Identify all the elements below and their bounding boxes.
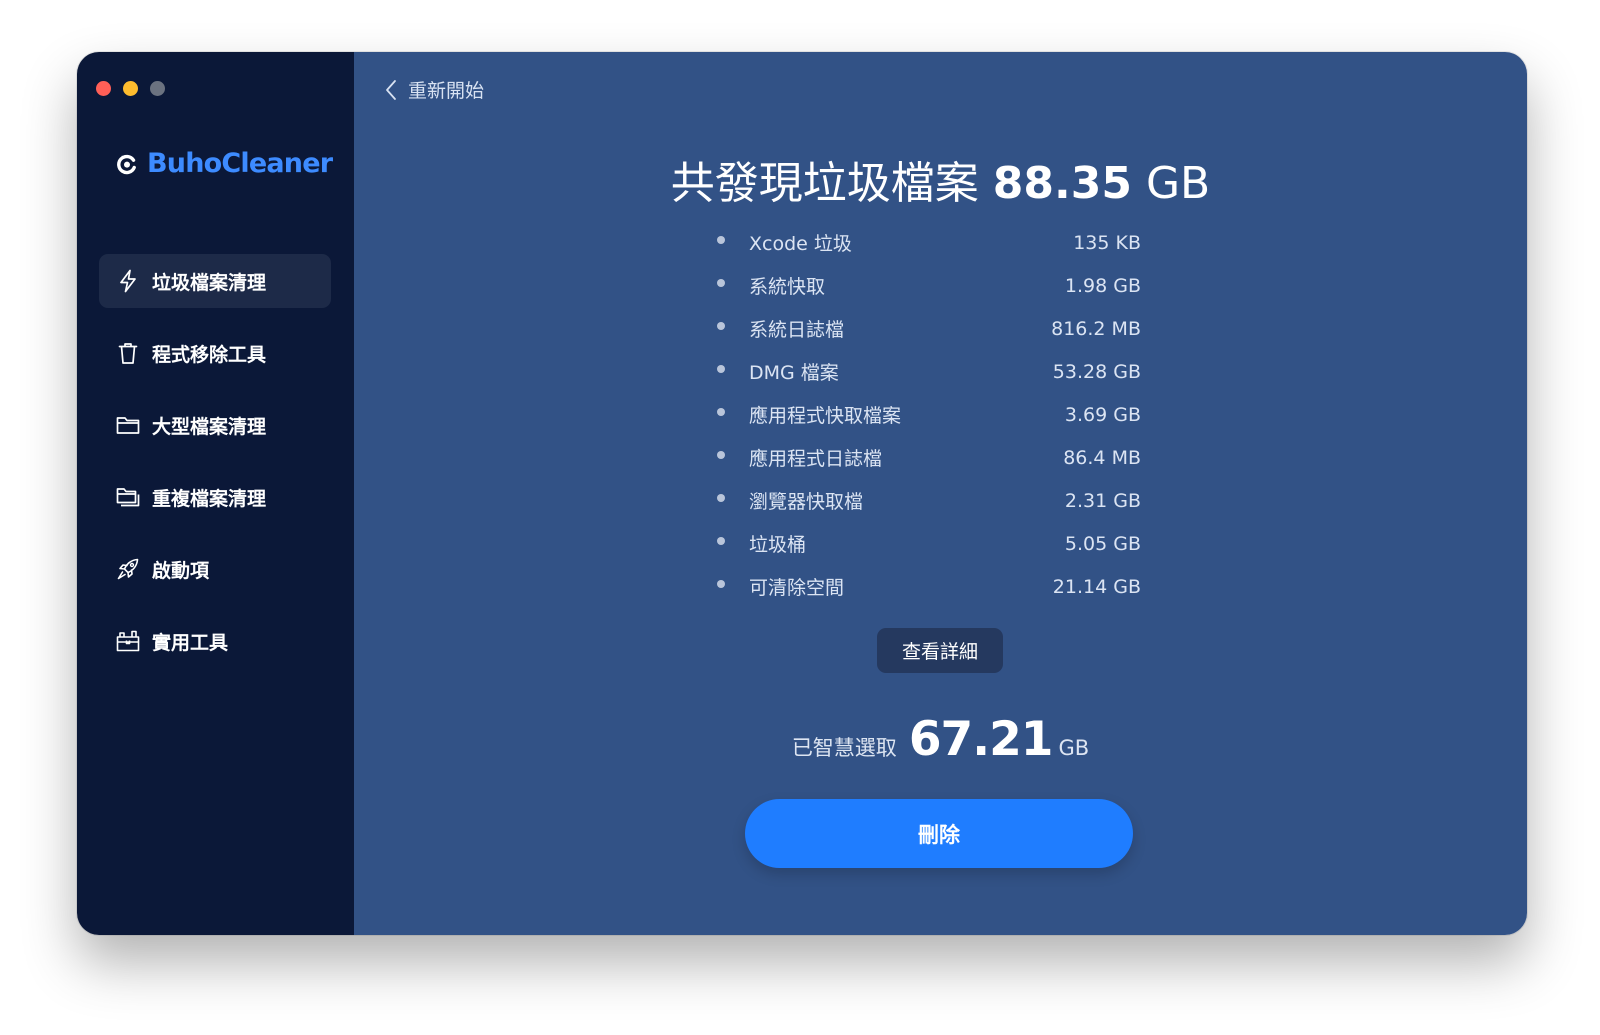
item-size: 1.98 GB [1064,274,1141,297]
folder-icon [116,413,140,437]
restart-label: 重新開始 [408,80,485,102]
item-size: 816.2 MB [1051,317,1141,340]
sidebar-item-utilities[interactable]: 實用工具 [99,614,331,668]
sidebar-item-label: 啟動項 [152,559,210,582]
list-item: DMG 檔案 53.28 GB [717,350,1141,393]
item-name: 瀏覽器快取檔 [749,491,864,513]
selected-label: 已智慧選取 [791,736,897,760]
list-item: 可清除空間 21.14 GB [717,565,1141,608]
list-item: Xcode 垃圾 135 KB [717,221,1141,264]
bullet-icon [717,364,725,373]
sidebar-nav: 垃圾檔案清理 程式移除工具 大型檔案清理 重複檔案清理 啟動項 實用工具 [99,254,331,686]
sidebar-item-large-files[interactable]: 大型檔案清理 [99,398,331,452]
item-name: 系統日誌檔 [749,319,845,341]
item-size: 86.4 MB [1063,446,1141,469]
total-junk-unit: GB [1145,158,1211,209]
item-size: 135 KB [1073,231,1141,254]
list-item: 應用程式日誌檔 86.4 MB [717,436,1141,479]
item-size: 2.31 GB [1064,489,1141,512]
sidebar-item-label: 程式移除工具 [152,343,267,366]
item-name: 可清除空間 [749,577,845,599]
sidebar-item-label: 大型檔案清理 [152,415,267,438]
item-name: 應用程式日誌檔 [749,448,883,470]
chevron-left-icon [386,79,396,100]
item-size: 21.14 GB [1052,575,1141,598]
item-name: 應用程式快取檔案 [749,405,902,427]
sidebar-item-label: 實用工具 [152,631,229,654]
sidebar-item-startup-items[interactable]: 啟動項 [99,542,331,596]
sidebar-item-label: 重複檔案清理 [152,487,267,510]
minimize-window-button[interactable] [123,81,138,96]
lightning-icon [116,269,140,293]
item-name: 垃圾桶 [749,534,807,556]
sidebar-item-junk-cleanup[interactable]: 垃圾檔案清理 [99,254,331,308]
bullet-icon [717,536,725,545]
item-size: 53.28 GB [1052,360,1141,383]
brand-name: BuhoCleaner [147,148,333,179]
toolbox-icon [116,629,140,653]
buho-logo-icon [117,154,136,174]
sidebar-item-label: 垃圾檔案清理 [152,271,267,294]
page-title: 共發現垃圾檔案 88.35 GB [354,147,1527,211]
selected-unit: GB [1058,736,1090,760]
title-prefix: 共發現垃圾檔案 [670,158,979,209]
total-junk-size: 88.35 [992,158,1132,209]
bullet-icon [717,321,725,330]
main-panel: 重新開始 共發現垃圾檔案 88.35 GB Xcode 垃圾 135 KB 系統快… [354,52,1527,935]
brand: BuhoCleaner [115,148,333,179]
list-item: 系統日誌檔 816.2 MB [717,307,1141,350]
selected-summary: 已智慧選取 67.21 GB [354,712,1527,767]
item-size: 5.05 GB [1064,532,1141,555]
bullet-icon [717,278,725,287]
bullet-icon [717,450,725,459]
window-controls [96,81,165,96]
bullet-icon [717,407,725,416]
item-name: DMG 檔案 [749,362,839,384]
junk-category-list: Xcode 垃圾 135 KB 系統快取 1.98 GB 系統日誌檔 816.2 MB… [717,221,1141,608]
close-window-button[interactable] [96,81,111,96]
sidebar-item-app-uninstaller[interactable]: 程式移除工具 [99,326,331,380]
selected-size: 67.21 [908,712,1054,767]
item-name: 系統快取 [749,276,826,298]
item-name: Xcode 垃圾 [749,233,852,255]
list-item: 系統快取 1.98 GB [717,264,1141,307]
rocket-icon [116,557,140,581]
bullet-icon [717,235,725,244]
sidebar: BuhoCleaner 垃圾檔案清理 程式移除工具 大型檔案清理 重複檔案清理 … [77,52,354,935]
list-item: 垃圾桶 5.05 GB [717,522,1141,565]
duplicate-folder-icon [116,485,140,509]
trash-icon [116,341,140,365]
bullet-icon [717,579,725,588]
restart-button[interactable]: 重新開始 [384,76,484,103]
view-details-button[interactable]: 查看詳細 [877,628,1003,673]
zoom-window-button[interactable] [150,81,165,96]
item-size: 3.69 GB [1064,403,1141,426]
sidebar-item-duplicate-files[interactable]: 重複檔案清理 [99,470,331,524]
list-item: 瀏覽器快取檔 2.31 GB [717,479,1141,522]
app-window: BuhoCleaner 垃圾檔案清理 程式移除工具 大型檔案清理 重複檔案清理 … [77,52,1527,935]
bullet-icon [717,493,725,502]
list-item: 應用程式快取檔案 3.69 GB [717,393,1141,436]
delete-button[interactable]: 刪除 [745,799,1133,868]
